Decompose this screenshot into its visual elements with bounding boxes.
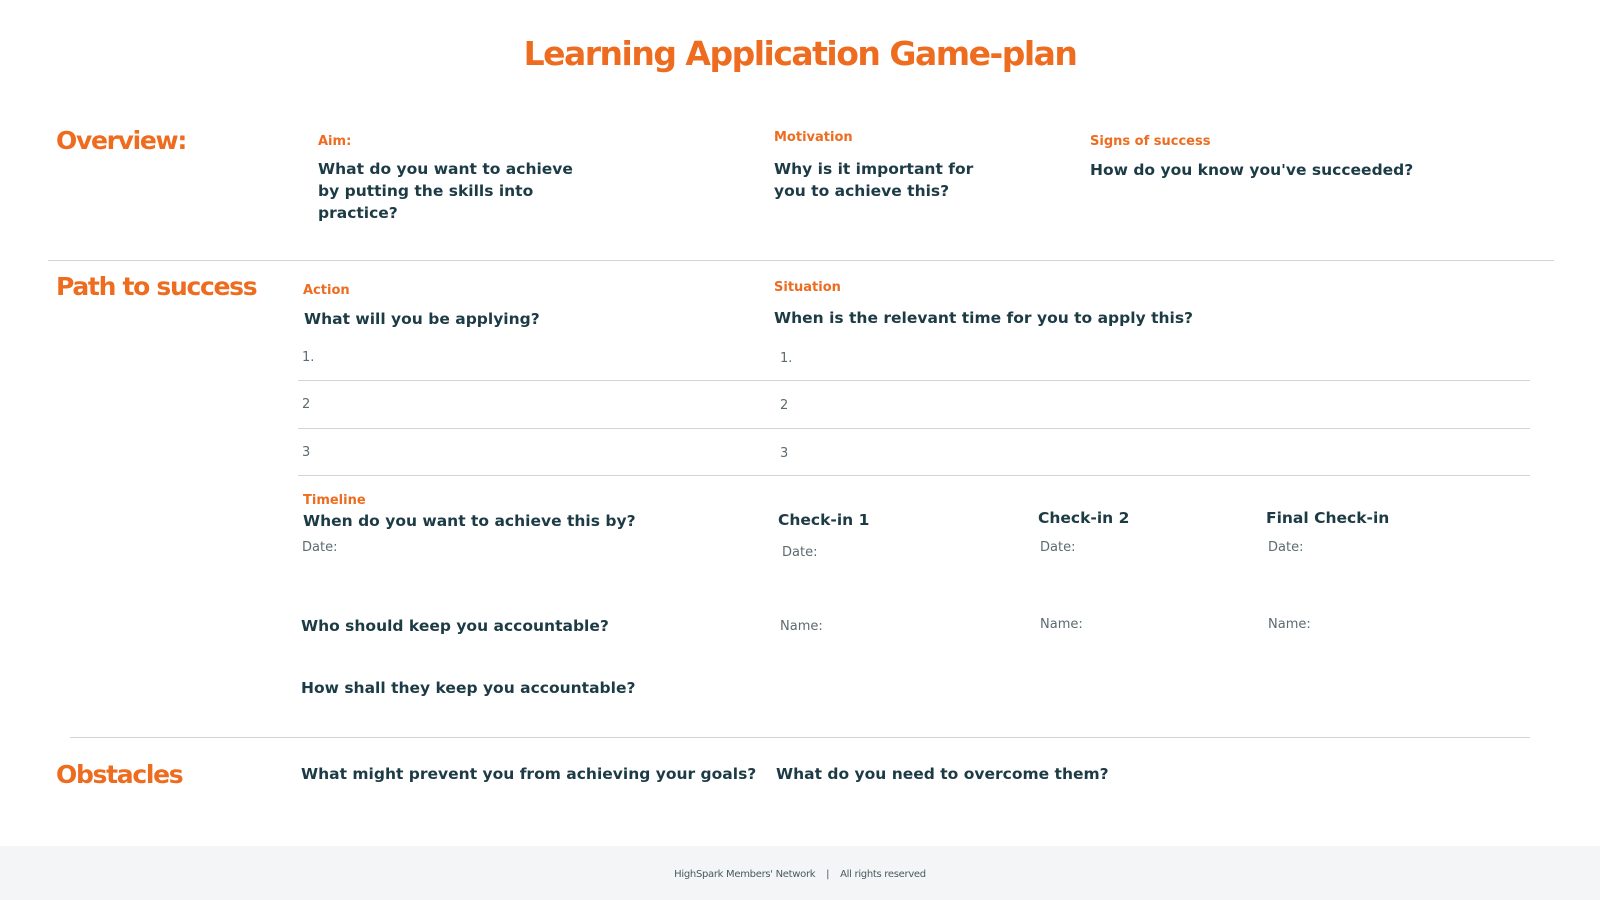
motivation-label: Motivation — [774, 130, 853, 145]
accountable-who-question: Who should keep you accountable? — [301, 617, 609, 635]
checkin-1-name-field[interactable]: Name: — [780, 619, 823, 634]
action-label: Action — [303, 283, 350, 298]
overview-heading: Overview: — [56, 126, 187, 155]
action-row-1[interactable]: 1. — [302, 350, 314, 365]
path-heading: Path to success — [56, 272, 258, 301]
checkin-2-name-field[interactable]: Name: — [1040, 617, 1083, 632]
final-checkin-name-field[interactable]: Name: — [1268, 617, 1311, 632]
checkin-2-title: Check-in 2 — [1038, 509, 1130, 527]
checkin-2-date-field[interactable]: Date: — [1040, 540, 1075, 555]
row-divider-2 — [298, 428, 1530, 429]
prevent-question: What might prevent you from achieving yo… — [301, 765, 757, 783]
final-checkin-title: Final Check-in — [1266, 509, 1390, 527]
aim-label: Aim: — [318, 134, 352, 149]
signs-label: Signs of success — [1090, 134, 1211, 149]
path-divider — [70, 737, 1530, 738]
situation-row-1[interactable]: 1. — [780, 351, 792, 366]
action-row-2[interactable]: 2 — [302, 397, 310, 412]
signs-question: How do you know you've succeeded? — [1090, 161, 1414, 179]
footer-text: HighSpark Members' Network | All rights … — [0, 869, 1600, 880]
footer-network: HighSpark Members' Network — [674, 869, 816, 880]
motivation-question: Why is it important for you to achieve t… — [774, 160, 974, 200]
timeline-date-field[interactable]: Date: — [302, 540, 337, 555]
row-divider-1 — [298, 380, 1530, 381]
final-checkin-date-field[interactable]: Date: — [1268, 540, 1303, 555]
row-divider-3 — [298, 475, 1530, 476]
footer-separator: | — [826, 869, 830, 880]
accountable-how-question: How shall they keep you accountable? — [301, 679, 636, 697]
situation-question: When is the relevant time for you to app… — [774, 309, 1194, 327]
aim-question: What do you want to achieve by putting t… — [318, 160, 573, 222]
checkin-1-date-field[interactable]: Date: — [782, 545, 817, 560]
overview-divider — [48, 260, 1554, 261]
footer-rights: All rights reserved — [840, 869, 926, 880]
timeline-question: When do you want to achieve this by? — [303, 512, 636, 530]
situation-label: Situation — [774, 280, 841, 295]
overcome-question: What do you need to overcome them? — [776, 765, 1109, 783]
timeline-label: Timeline — [303, 493, 366, 508]
situation-row-3[interactable]: 3 — [780, 446, 788, 461]
page-title: Learning Application Game-plan — [523, 34, 1078, 73]
situation-row-2[interactable]: 2 — [780, 398, 788, 413]
footer: HighSpark Members' Network | All rights … — [0, 846, 1600, 900]
checkin-1-title: Check-in 1 — [778, 511, 870, 529]
obstacles-heading: Obstacles — [56, 760, 184, 789]
action-row-3[interactable]: 3 — [302, 445, 310, 460]
action-question: What will you be applying? — [304, 310, 540, 328]
